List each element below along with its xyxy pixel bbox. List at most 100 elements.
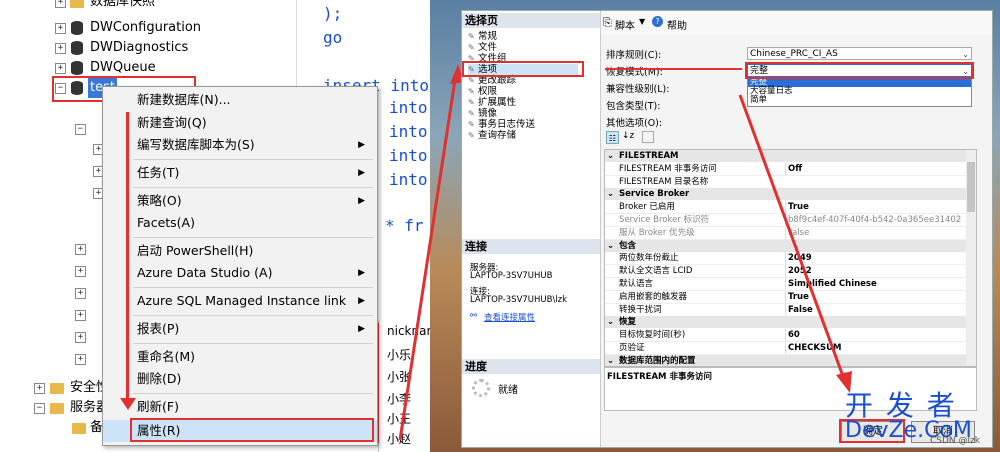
page-files[interactable]: ✎ 文件	[468, 42, 497, 53]
page-extended-properties[interactable]: ✎ 扩展属性	[468, 97, 516, 108]
scrollbar-thumb[interactable]	[967, 162, 975, 212]
wrench-icon: ✎	[468, 109, 475, 118]
menu-label: 编写数据库脚本为(S)	[137, 137, 255, 152]
link-icon: ⚯	[470, 311, 478, 321]
arrow-head-icon	[120, 398, 136, 410]
progress-header: 进度	[462, 359, 600, 374]
expand-icon[interactable]: +	[75, 266, 86, 277]
menu-separator	[133, 187, 373, 188]
submenu-arrow-icon: ▶	[358, 296, 365, 306]
menu-label: 重命名(M)	[137, 349, 196, 364]
red-arrow-connector	[398, 64, 464, 441]
tree-label: DWQueue	[90, 60, 156, 75]
expand-icon[interactable]: +	[34, 383, 45, 394]
expand-icon[interactable]: +	[55, 23, 66, 34]
menu-label: 刷新(F)	[137, 399, 179, 414]
menu-label: 任务(T)	[137, 165, 180, 180]
code-line: );	[323, 4, 343, 23]
pages-header: 选择页	[462, 13, 600, 28]
context-menu: 新建数据库(N)... 新建查询(Q) 编写数据库脚本为(S) ▶ 任务(T) ▶ …	[102, 86, 378, 446]
database-icon	[71, 61, 83, 75]
menu-item-facets[interactable]: Facets(A)	[103, 212, 377, 234]
code-line: go	[323, 28, 343, 47]
chevron-down-icon: ⌄	[962, 50, 969, 59]
page-general[interactable]: ✎ 常规	[468, 31, 497, 42]
menu-item-delete[interactable]: 删除(D)	[103, 368, 377, 390]
menu-label: 新建数据库(N)...	[137, 92, 231, 107]
menu-item-new-query[interactable]: 新建查询(Q)	[103, 112, 377, 134]
page-label: 事务日志传送	[478, 119, 536, 130]
dialog-toolbar: ⎘ 脚本 ▼ ? 帮助	[601, 11, 992, 35]
menu-separator	[133, 287, 373, 288]
page-label: 权限	[478, 86, 498, 97]
menu-separator	[133, 393, 373, 394]
menu-label: Facets(A)	[137, 215, 195, 230]
page-label: 查询存储	[478, 130, 517, 141]
menu-separator	[133, 315, 373, 316]
progress-status: 就绪	[498, 385, 518, 396]
wrench-icon: ✎	[468, 120, 475, 129]
expand-icon[interactable]: +	[75, 354, 86, 365]
connection-header: 连接	[462, 239, 600, 254]
folder-icon	[70, 0, 84, 8]
page-mirroring[interactable]: ✎ 镜像	[468, 108, 497, 119]
expand-icon[interactable]: +	[75, 288, 86, 299]
page-label: 常规	[478, 31, 498, 42]
connector-line	[738, 94, 846, 380]
chevron-down-icon[interactable]: ▼	[639, 17, 645, 26]
menu-item-azure-data-studio[interactable]: Azure Data Studio (A) ▶	[103, 262, 377, 284]
menu-item-script-database[interactable]: 编写数据库脚本为(S) ▶	[103, 134, 377, 156]
menu-label: 报表(P)	[137, 321, 180, 336]
page-label: 扩展属性	[478, 97, 517, 108]
menu-item-managed-instance-link[interactable]: Azure SQL Managed Instance link ▶	[103, 290, 377, 312]
menu-item-powershell[interactable]: 启动 PowerShell(H)	[103, 240, 377, 262]
menu-item-new-database[interactable]: 新建数据库(N)...	[103, 89, 377, 111]
submenu-arrow-icon: ▶	[358, 140, 365, 150]
menu-label: 新建查询(Q)	[137, 115, 207, 130]
menu-item-refresh[interactable]: 刷新(F)	[103, 396, 377, 418]
highlight-properties	[130, 418, 374, 442]
tree-label: 数据库快照	[90, 0, 156, 9]
object-explorer-panel: + 数据库快照 + DWConfiguration + DWDiagnostic…	[0, 0, 430, 452]
menu-label: 删除(D)	[137, 371, 182, 386]
menu-separator	[133, 159, 373, 160]
script-button[interactable]: 脚本	[615, 17, 635, 32]
submenu-arrow-icon: ▶	[358, 168, 365, 178]
menu-label: Azure Data Studio (A)	[137, 265, 273, 280]
menu-label: 启动 PowerShell(H)	[137, 243, 254, 258]
submenu-arrow-icon: ▶	[358, 268, 365, 278]
tree-label: DWConfiguration	[90, 20, 202, 35]
expand-icon[interactable]: +	[75, 244, 86, 255]
expand-icon[interactable]: +	[55, 63, 66, 74]
page-permissions[interactable]: ✎ 权限	[468, 86, 497, 97]
menu-item-reports[interactable]: 报表(P) ▶	[103, 318, 377, 340]
wrench-icon: ✎	[468, 131, 475, 140]
grid-scrollbar[interactable]	[966, 150, 976, 366]
folder-icon	[50, 383, 64, 394]
collapse-icon[interactable]: −	[34, 403, 45, 414]
menu-item-policies[interactable]: 策略(O) ▶	[103, 190, 377, 212]
menu-item-rename[interactable]: 重命名(M)	[103, 346, 377, 368]
wrench-icon: ✎	[468, 43, 475, 52]
expand-icon[interactable]: +	[55, 43, 66, 54]
collapse-icon[interactable]: −	[75, 124, 86, 135]
expand-icon[interactable]: +	[55, 0, 66, 8]
wrench-icon: ✎	[468, 87, 475, 96]
expand-icon[interactable]: +	[75, 332, 86, 343]
connection-value: LAPTOP-3SV7UHUB\lzk	[470, 295, 568, 305]
submenu-arrow-icon: ▶	[358, 324, 365, 334]
page-log-shipping[interactable]: ✎ 事务日志传送	[468, 119, 535, 130]
menu-label: Azure SQL Managed Instance link	[137, 293, 347, 308]
view-connection-properties-link[interactable]: 查看连接属性	[484, 311, 535, 323]
page-label: 镜像	[478, 108, 498, 119]
page-query-store[interactable]: ✎ 查询存储	[468, 130, 516, 141]
help-button[interactable]: 帮助	[667, 17, 687, 32]
watermark-small: CSDN @lzk	[930, 436, 980, 446]
wrench-icon: ✎	[468, 98, 475, 107]
menu-separator	[133, 237, 373, 238]
server-value: LAPTOP-3SV7UHUB	[470, 271, 553, 281]
expand-icon[interactable]: +	[75, 310, 86, 321]
script-icon: ⎘	[603, 16, 612, 29]
menu-item-tasks[interactable]: 任务(T) ▶	[103, 162, 377, 184]
page-label: 文件	[478, 42, 498, 53]
